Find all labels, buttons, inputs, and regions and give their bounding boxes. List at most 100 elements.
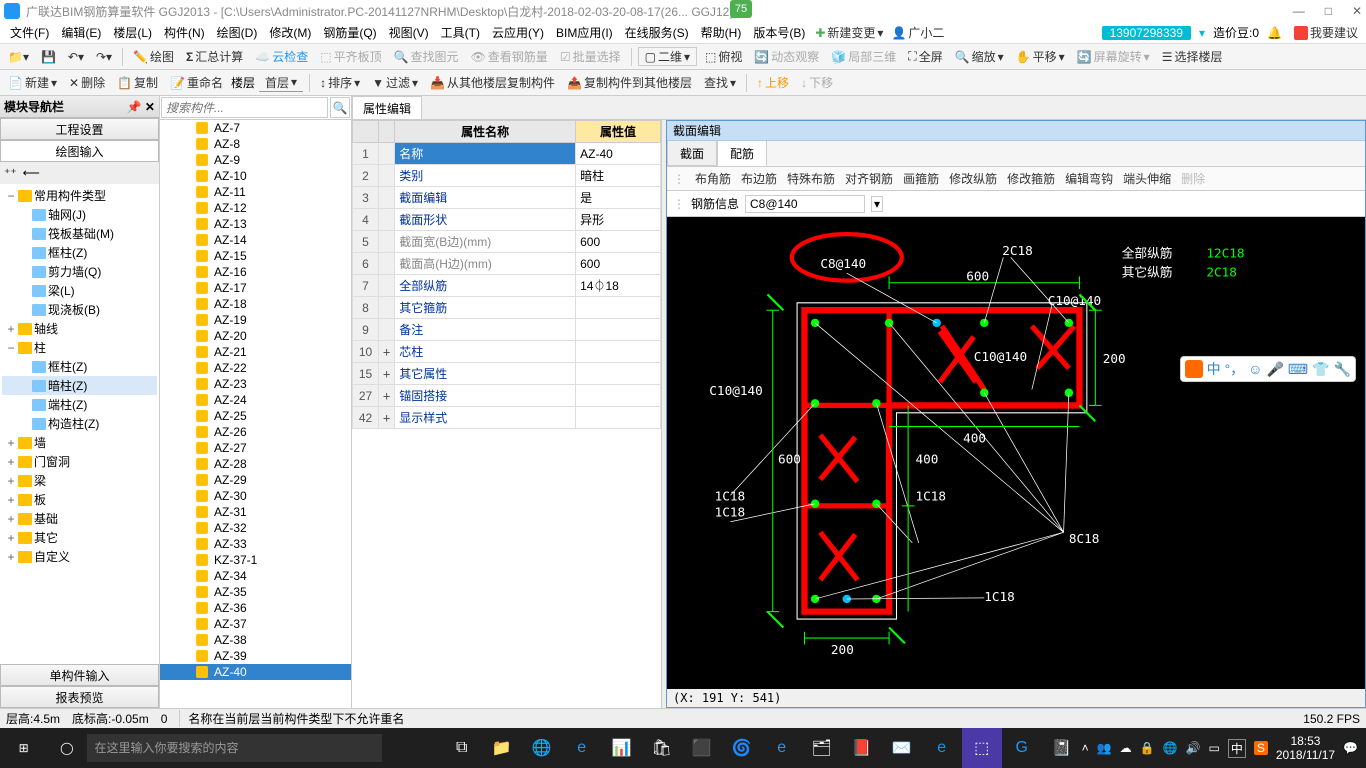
menu-cloud[interactable]: 云应用(Y) [486, 24, 550, 41]
tree-node[interactable]: 梁(L) [2, 281, 157, 300]
screen-rotate-button[interactable]: 🔄屏幕旋转 ▾ [1073, 48, 1154, 65]
tree-node[interactable]: 框柱(Z) [2, 243, 157, 262]
tray-sogou-icon[interactable]: S [1254, 741, 1268, 755]
component-item[interactable]: AZ-34 [160, 568, 351, 584]
phone-badge[interactable]: 13907298339 [1102, 26, 1191, 40]
tree-node[interactable]: +墙 [2, 433, 157, 452]
component-item[interactable]: AZ-35 [160, 584, 351, 600]
tree-node[interactable]: +其它 [2, 528, 157, 547]
menu-component[interactable]: 构件(N) [158, 24, 211, 41]
component-item[interactable]: AZ-19 [160, 312, 351, 328]
component-item[interactable]: KZ-37-1 [160, 552, 351, 568]
component-list[interactable]: AZ-7AZ-8AZ-9AZ-10AZ-11AZ-12AZ-13AZ-14AZ-… [160, 120, 351, 708]
property-row[interactable]: 7全部纵筋14⏀18 [353, 275, 661, 297]
tool-icon-2[interactable]: ⟵ [23, 166, 40, 180]
report-preview-button[interactable]: 报表预览 [0, 686, 159, 708]
modify-long-button[interactable]: 修改纵筋 [949, 170, 997, 187]
component-item[interactable]: AZ-32 [160, 520, 351, 536]
component-item[interactable]: AZ-38 [160, 632, 351, 648]
section-canvas[interactable]: 全部纵筋 12C18 其它纵筋 2C18 C8@140 2C18 600 200 [667, 217, 1365, 689]
view-rebar-button[interactable]: 👁查看钢筋量 [467, 48, 552, 65]
app-icon-6[interactable]: ⬛ [682, 728, 722, 768]
sum-button[interactable]: Σ 汇总计算 [182, 48, 247, 65]
delete-button[interactable]: ✕删除 [65, 74, 109, 91]
copy-to-button[interactable]: 📤复制构件到其他楼层 [563, 74, 696, 91]
property-row[interactable]: 10+芯柱 [353, 341, 661, 363]
app-icon-5[interactable]: 🛍 [642, 728, 682, 768]
tray-lock-icon[interactable]: 🔒 [1140, 741, 1155, 755]
taskview-icon[interactable]: ⧉ [442, 728, 482, 768]
property-row[interactable]: 9备注 [353, 319, 661, 341]
menu-view[interactable]: 视图(V) [383, 24, 435, 41]
fullscreen-button[interactable]: ⛶全屏 [904, 48, 946, 65]
tray-net-icon[interactable]: 🌐 [1163, 741, 1178, 755]
draw-stirrup-button[interactable]: 画箍筋 [903, 170, 939, 187]
component-item[interactable]: AZ-13 [160, 216, 351, 232]
redo-icon[interactable]: ↷▾ [92, 50, 116, 64]
corner-bar-button[interactable]: 布角筋 [695, 170, 731, 187]
app-icon-8[interactable]: e [762, 728, 802, 768]
new-change-button[interactable]: ✚新建变更 ▾ [811, 24, 887, 41]
component-item[interactable]: AZ-21 [160, 344, 351, 360]
menu-modify[interactable]: 修改(M) [263, 24, 317, 41]
pin-icon[interactable]: 📌 ✕ [127, 100, 155, 114]
component-item[interactable]: AZ-17 [160, 280, 351, 296]
minimize-button[interactable]: — [1293, 4, 1305, 18]
top-view-button[interactable]: ⬚俯视 [701, 48, 746, 65]
component-item[interactable]: AZ-10 [160, 168, 351, 184]
start-button[interactable]: ⊞ [0, 728, 47, 768]
tray-volume-icon[interactable]: 🔊 [1186, 741, 1201, 755]
property-row[interactable]: 8其它箍筋 [353, 297, 661, 319]
rebar-info-dropdown[interactable]: ▾ [871, 196, 883, 212]
tree-node[interactable]: 剪力墙(Q) [2, 262, 157, 281]
component-item[interactable]: AZ-39 [160, 648, 351, 664]
draw-input-button[interactable]: 绘图输入 [0, 140, 159, 162]
app-icon-12[interactable]: e [922, 728, 962, 768]
property-row[interactable]: 3截面编辑是 [353, 187, 661, 209]
move-up-button[interactable]: ↑上移 [753, 74, 793, 91]
menu-rebar[interactable]: 钢筋量(Q) [317, 24, 382, 41]
component-item[interactable]: AZ-29 [160, 472, 351, 488]
component-item[interactable]: AZ-16 [160, 264, 351, 280]
app-icon-15[interactable]: 📓 [1042, 728, 1082, 768]
property-row[interactable]: 1名称AZ-40 [353, 143, 661, 165]
app-icon-13[interactable]: ⬚ [962, 728, 1002, 768]
zoom-button[interactable]: 🔍缩放 ▾ [951, 48, 1008, 65]
local-3d-button[interactable]: 🧊局部三维 [827, 48, 900, 65]
view2d-dropdown[interactable]: ▢ 二维 ▾ [638, 47, 697, 66]
component-item[interactable]: AZ-40 [160, 664, 351, 680]
tool-icon-1[interactable]: ⁺⁺ [4, 166, 17, 180]
edit-hook-button[interactable]: 编辑弯钩 [1065, 170, 1113, 187]
app-icon-3[interactable]: e [562, 728, 602, 768]
tray-onedrive-icon[interactable]: ☁ [1120, 741, 1132, 755]
property-row[interactable]: 6截面高(H边)(mm)600 [353, 253, 661, 275]
new-button[interactable]: 📄新建 ▾ [4, 74, 61, 91]
maximize-button[interactable]: □ [1325, 4, 1332, 18]
property-row[interactable]: 4截面形状异形 [353, 209, 661, 231]
notification-icon[interactable]: 💬 [1343, 741, 1358, 755]
menu-edit[interactable]: 编辑(E) [55, 24, 107, 41]
rename-button[interactable]: 📝重命名 [166, 74, 227, 91]
component-item[interactable]: AZ-30 [160, 488, 351, 504]
user-button[interactable]: 👤广小二 [887, 24, 948, 41]
tray-up-icon[interactable]: ˄ [1082, 741, 1089, 755]
component-item[interactable]: AZ-25 [160, 408, 351, 424]
modify-stirrup-button[interactable]: 修改箍筋 [1007, 170, 1055, 187]
flat-top-button[interactable]: ⬚平齐板顶 [316, 48, 385, 65]
menu-tool[interactable]: 工具(T) [435, 24, 486, 41]
find-button[interactable]: 查找 ▾ [700, 74, 740, 91]
component-item[interactable]: AZ-28 [160, 456, 351, 472]
property-row[interactable]: 27+锚固搭接 [353, 385, 661, 407]
suggest-button[interactable]: 我要建议 [1290, 24, 1362, 41]
component-item[interactable]: AZ-18 [160, 296, 351, 312]
tree-node[interactable]: +梁 [2, 471, 157, 490]
component-item[interactable]: AZ-26 [160, 424, 351, 440]
search-input[interactable] [161, 97, 328, 118]
tray-people-icon[interactable]: 👥 [1097, 741, 1112, 755]
save-icon[interactable]: 💾 [37, 50, 60, 64]
ime-punct-icon[interactable]: °， [1225, 359, 1245, 379]
rebar-info-input[interactable] [745, 195, 865, 213]
menu-file[interactable]: 文件(F) [4, 24, 55, 41]
app-icon-11[interactable]: ✉️ [882, 728, 922, 768]
component-item[interactable]: AZ-15 [160, 248, 351, 264]
